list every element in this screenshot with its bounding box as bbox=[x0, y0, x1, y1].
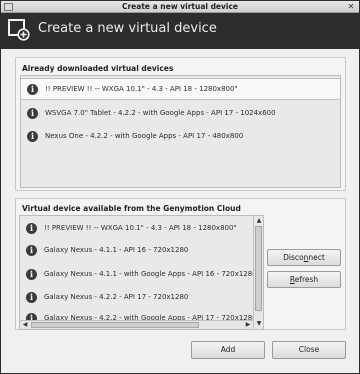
refresh-label: efresh bbox=[294, 275, 319, 284]
window-titlebar: Create a new virtual device ✕ bbox=[1, 1, 359, 13]
info-icon[interactable]: i bbox=[26, 245, 37, 256]
scroll-left-icon[interactable]: ◀ bbox=[21, 321, 29, 329]
device-name: WSVGA 7.0" Tablet - 4.2.2 - with Google … bbox=[45, 109, 276, 117]
device-name: !! PREVIEW !! -- WXGA 10.1" - 4.3 - API … bbox=[44, 224, 237, 232]
info-icon[interactable]: i bbox=[26, 269, 37, 280]
vertical-scroll-thumb[interactable] bbox=[255, 226, 262, 311]
downloaded-devices-panel: Already downloaded virtual devices i !! … bbox=[15, 57, 346, 191]
downloaded-devices-label: Already downloaded virtual devices bbox=[22, 64, 174, 73]
list-item[interactable]: i Nexus One - 4.2.2 - with Google Apps -… bbox=[21, 126, 340, 148]
list-item[interactable]: i Galaxy Nexus - 4.2.2 - API 17 - 720x12… bbox=[20, 287, 263, 309]
downloaded-devices-list[interactable]: i !! PREVIEW !! -- WXGA 10.1" - 4.3 - AP… bbox=[20, 75, 341, 188]
cloud-devices-panel: Virtual device available from the Genymo… bbox=[15, 198, 346, 330]
header-title: Create a new virtual device bbox=[38, 21, 217, 36]
list-item[interactable]: i !! PREVIEW !! -- WXGA 10.1" - 4.3 - AP… bbox=[21, 78, 340, 100]
device-name: Galaxy Nexus - 4.1.1 - with Google Apps … bbox=[44, 270, 257, 278]
disconnect-label-b: nect bbox=[308, 253, 325, 262]
add-device-icon bbox=[8, 19, 30, 41]
disconnect-label-a: Disco bbox=[283, 253, 304, 262]
info-icon[interactable]: i bbox=[27, 108, 38, 119]
cloud-devices-label: Virtual device available from the Genymo… bbox=[22, 204, 241, 213]
cloud-devices-list[interactable]: i !! PREVIEW !! -- WXGA 10.1" - 4.3 - AP… bbox=[19, 215, 264, 330]
info-icon[interactable]: i bbox=[26, 292, 37, 303]
close-button[interactable]: Close bbox=[272, 341, 346, 359]
list-item[interactable]: i WSVGA 7.0" Tablet - 4.2.2 - with Googl… bbox=[21, 103, 340, 125]
scroll-up-icon[interactable]: ▲ bbox=[255, 217, 263, 225]
disconnect-button[interactable]: Disconnect bbox=[267, 249, 341, 266]
device-name: !! PREVIEW !! -- WXGA 10.1" - 4.3 - API … bbox=[45, 85, 238, 93]
device-name: Galaxy Nexus - 4.2.2 - API 17 - 720x1280 bbox=[44, 293, 189, 301]
horizontal-scroll-thumb[interactable] bbox=[31, 322, 199, 328]
list-item[interactable]: i !! PREVIEW !! -- WXGA 10.1" - 4.3 - AP… bbox=[20, 218, 263, 240]
scroll-down-icon[interactable]: ▼ bbox=[255, 320, 263, 328]
window-title: Create a new virtual device bbox=[121, 2, 239, 11]
info-icon[interactable]: i bbox=[27, 84, 38, 95]
device-name: Galaxy Nexus - 4.1.1 - API 16 - 720x1280 bbox=[44, 246, 189, 254]
add-button[interactable]: Add bbox=[191, 341, 265, 359]
refresh-button[interactable]: Refresh bbox=[267, 271, 341, 288]
window-close-icon[interactable]: ✕ bbox=[346, 2, 356, 11]
list-item[interactable]: i Galaxy Nexus - 4.1.1 - API 16 - 720x12… bbox=[20, 240, 263, 262]
horizontal-scrollbar[interactable]: ◀ ▶ bbox=[20, 320, 253, 329]
dialog-header: Create a new virtual device bbox=[1, 13, 359, 49]
device-name: Nexus One - 4.2.2 - with Google Apps - A… bbox=[45, 132, 244, 140]
info-icon[interactable]: i bbox=[27, 131, 38, 142]
scroll-right-icon[interactable]: ▶ bbox=[244, 321, 252, 329]
info-icon[interactable]: i bbox=[26, 223, 37, 234]
create-virtual-device-window: Create a new virtual device ✕ Create a n… bbox=[0, 0, 360, 374]
list-item[interactable]: i Galaxy Nexus - 4.1.1 - with Google App… bbox=[20, 264, 263, 286]
vertical-scrollbar[interactable]: ▲ ▼ bbox=[253, 216, 263, 329]
